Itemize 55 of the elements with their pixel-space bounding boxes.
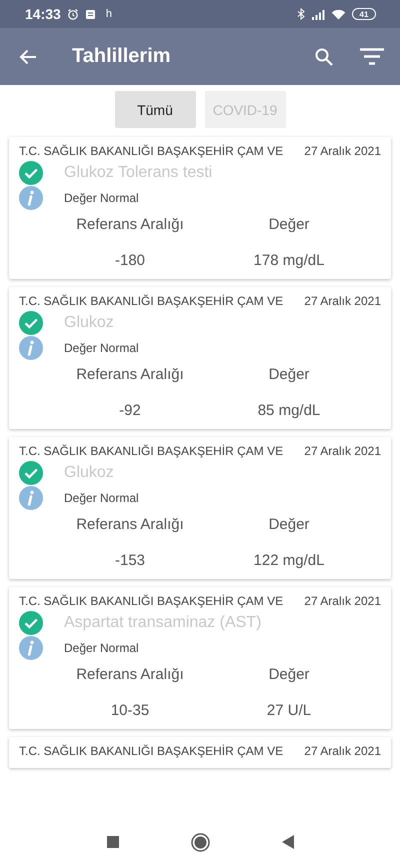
reference-range-label: Referans Aralığı [75, 216, 185, 233]
hospital-name: T.C. SAĞLIK BAKANLIĞI BAŞAKŞEHİR ÇAM VE [19, 144, 284, 158]
reference-range-label: Referans Aralığı [75, 366, 185, 383]
value-label: Değer [268, 666, 310, 683]
value-label: Değer [268, 216, 310, 233]
result-status: Değer Normal [64, 191, 139, 205]
result-card[interactable]: T.C. SAĞLIK BAKANLIĞI BAŞAKŞEHİR ÇAM VE 27 Aralık 2021 [9, 737, 391, 768]
signal-icon [311, 8, 325, 20]
value-label: Değer [268, 366, 310, 383]
info-icon [19, 186, 43, 210]
screen-title: Tahlillerim [72, 45, 172, 68]
check-circle-icon [19, 611, 43, 635]
hospital-name: T.C. SAĞLIK BAKANLIĞI BAŞAKŞEHİR ÇAM VE [19, 744, 284, 758]
check-circle-icon [19, 311, 43, 335]
result-value: 85 mg/dL [256, 402, 322, 419]
filter-icon[interactable] [360, 48, 384, 65]
result-status: Değer Normal [64, 641, 139, 655]
check-circle-icon [19, 161, 43, 185]
recent-apps-icon[interactable] [106, 836, 118, 848]
back-arrow-icon[interactable] [19, 48, 37, 64]
filter-tab[interactable]: Tümü [114, 91, 196, 128]
check-circle-icon [19, 461, 43, 485]
result-date: 27 Aralık 2021 [304, 444, 381, 458]
value-label: Değer [268, 516, 310, 533]
result-status: Değer Normal [64, 491, 139, 505]
status-time: 14:33 [25, 6, 61, 22]
result-date: 27 Aralık 2021 [304, 744, 381, 758]
hospital-name: T.C. SAĞLIK BAKANLIĞI BAŞAKŞEHİR ÇAM VE [19, 594, 284, 608]
reference-range: -153 [114, 552, 146, 569]
info-icon [19, 636, 43, 660]
reference-range-label: Referans Aralığı [75, 666, 185, 683]
alarm-clock-icon [66, 8, 79, 20]
result-date: 27 Aralık 2021 [304, 594, 381, 608]
result-value: 178 mg/dL [252, 252, 326, 269]
network-type: h [106, 8, 112, 20]
info-icon [19, 336, 43, 360]
result-status: Değer Normal [64, 341, 139, 355]
home-icon[interactable] [190, 832, 210, 852]
search-icon[interactable] [315, 48, 333, 66]
wifi-icon [331, 8, 346, 20]
bluetooth-icon [297, 8, 305, 20]
hospital-name: T.C. SAĞLIK BAKANLIĞI BAŞAKŞEHİR ÇAM VE [19, 444, 284, 458]
result-value: 27 U/L [266, 702, 312, 719]
hospital-name: T.C. SAĞLIK BAKANLIĞI BAŞAKŞEHİR ÇAM VE [19, 294, 284, 308]
back-icon[interactable] [282, 835, 294, 849]
result-date: 27 Aralık 2021 [304, 294, 381, 308]
battery-icon: 41 [352, 8, 376, 20]
reference-range: -92 [118, 402, 142, 419]
result-date: 27 Aralık 2021 [304, 144, 381, 158]
result-value: 122 mg/dL [252, 552, 326, 569]
reference-range: -180 [114, 252, 146, 269]
info-icon [19, 486, 43, 510]
message-icon [84, 8, 96, 20]
reference-range: 10-35 [110, 702, 150, 719]
reference-range-label: Referans Aralığı [75, 516, 185, 533]
